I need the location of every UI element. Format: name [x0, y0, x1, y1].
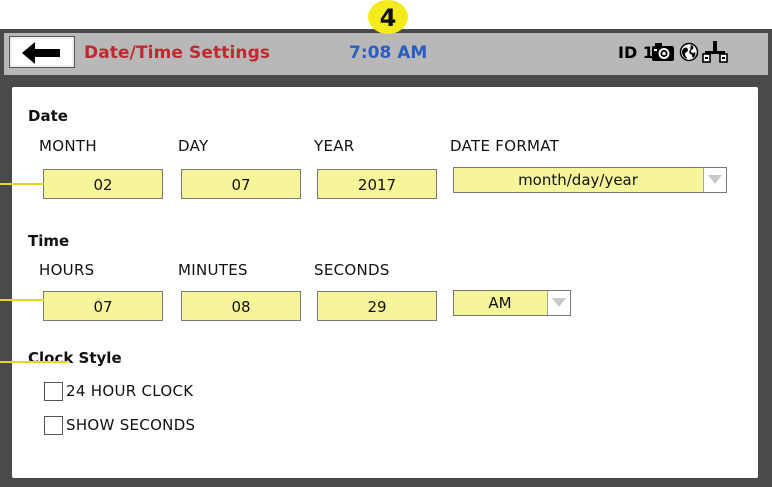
year-field[interactable]: 2017 [317, 169, 437, 199]
callout-badge: 4 [368, 0, 408, 34]
seconds-label: SECONDS [314, 261, 390, 279]
show-seconds-checkbox[interactable] [44, 416, 63, 435]
show-seconds-label: SHOW SECONDS [66, 416, 196, 434]
date-format-label: DATE FORMAT [450, 137, 560, 155]
globe-icon[interactable] [679, 42, 699, 62]
camera-icon[interactable] [651, 41, 675, 63]
callout-leader-clock-style [0, 361, 68, 363]
month-field[interactable]: 02 [43, 169, 163, 199]
callout-number: 4 [379, 4, 397, 32]
date-format-value: month/day/year [518, 171, 638, 189]
page-title: Date/Time Settings [84, 43, 271, 63]
chevron-down-icon[interactable] [703, 168, 726, 192]
time-section-title: Time [28, 232, 70, 250]
minutes-field[interactable]: 08 [181, 291, 301, 321]
settings-panel: Date MONTH DAY YEAR DATE FORMAT 02 07 20… [12, 87, 758, 478]
network-icon[interactable] [702, 40, 728, 66]
date-format-select[interactable]: month/day/year [453, 167, 727, 193]
day-field[interactable]: 07 [181, 169, 301, 199]
year-label: YEAR [314, 137, 355, 155]
month-label: MONTH [39, 137, 97, 155]
device-id: ID 1 [618, 43, 654, 62]
ampm-value: AM [488, 294, 512, 312]
seconds-field[interactable]: 29 [317, 291, 437, 321]
chevron-down-icon[interactable] [547, 291, 570, 315]
24-hour-clock-checkbox[interactable] [44, 382, 63, 401]
back-button[interactable] [9, 36, 75, 68]
day-label: DAY [178, 137, 209, 155]
title-bar: Date/Time Settings 7:08 AM ID 1 [4, 33, 768, 75]
minutes-label: MINUTES [178, 261, 248, 279]
callout-leader-time [0, 299, 44, 301]
hours-field[interactable]: 07 [43, 291, 163, 321]
arrow-left-icon [22, 42, 60, 64]
date-section-title: Date [28, 107, 68, 125]
clock-style-section-title: Clock Style [28, 349, 122, 367]
ampm-select[interactable]: AM [453, 290, 571, 316]
clock-display: 7:08 AM [349, 43, 428, 63]
hours-label: HOURS [39, 261, 95, 279]
callout-leader-date [0, 183, 44, 185]
24-hour-clock-label: 24 HOUR CLOCK [66, 382, 194, 400]
